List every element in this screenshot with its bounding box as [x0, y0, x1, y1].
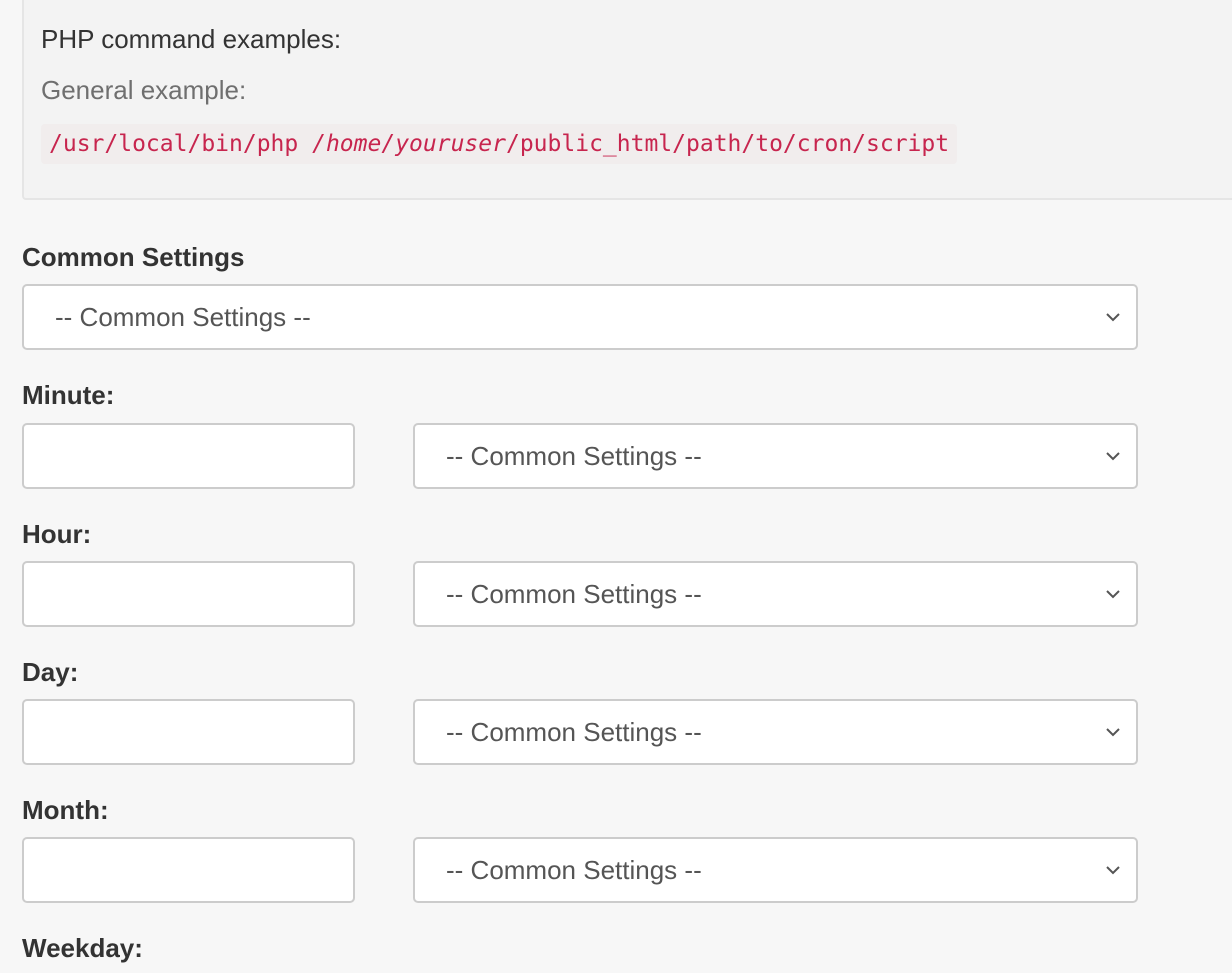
chevron-down-icon	[1106, 452, 1120, 461]
hour-label: Hour:	[22, 519, 92, 549]
code-part-home-dir: /home/youruser	[312, 131, 506, 157]
common-settings-label: Common Settings	[22, 242, 245, 272]
month-select-value: -- Common Settings --	[446, 855, 702, 885]
hour-common-settings-select[interactable]: -- Common Settings --	[413, 561, 1138, 627]
php-command-examples-heading: PHP command examples:	[41, 24, 342, 54]
chevron-down-icon	[1106, 728, 1120, 737]
chevron-down-icon	[1106, 313, 1120, 322]
hour-input[interactable]	[22, 561, 355, 627]
minute-input[interactable]	[22, 423, 355, 489]
month-label: Month:	[22, 795, 109, 825]
code-part-script-path: /public_html/path/to/cron/script	[505, 131, 950, 157]
hour-select-value: -- Common Settings --	[446, 579, 702, 609]
general-example-label: General example:	[41, 75, 247, 105]
code-part-php-binary: /usr/local/bin/php	[49, 131, 313, 157]
day-input[interactable]	[22, 699, 355, 765]
day-common-settings-select[interactable]: -- Common Settings --	[413, 699, 1138, 765]
day-label: Day:	[22, 657, 79, 687]
cron-job-form-page: PHP command examples: General example: /…	[0, 0, 1232, 973]
chevron-down-icon	[1106, 866, 1120, 875]
chevron-down-icon	[1106, 590, 1120, 599]
day-select-value: -- Common Settings --	[446, 717, 702, 747]
month-input[interactable]	[22, 837, 355, 903]
minute-common-settings-select[interactable]: -- Common Settings --	[413, 423, 1138, 489]
common-settings-select[interactable]: -- Common Settings --	[22, 284, 1138, 350]
common-settings-select-value: -- Common Settings --	[55, 302, 311, 332]
month-common-settings-select[interactable]: -- Common Settings --	[413, 837, 1138, 903]
php-command-example-code: /usr/local/bin/php /home/youruser/public…	[41, 124, 958, 164]
minute-label: Minute:	[22, 380, 115, 410]
minute-select-value: -- Common Settings --	[446, 441, 702, 471]
weekday-label: Weekday:	[22, 933, 143, 963]
